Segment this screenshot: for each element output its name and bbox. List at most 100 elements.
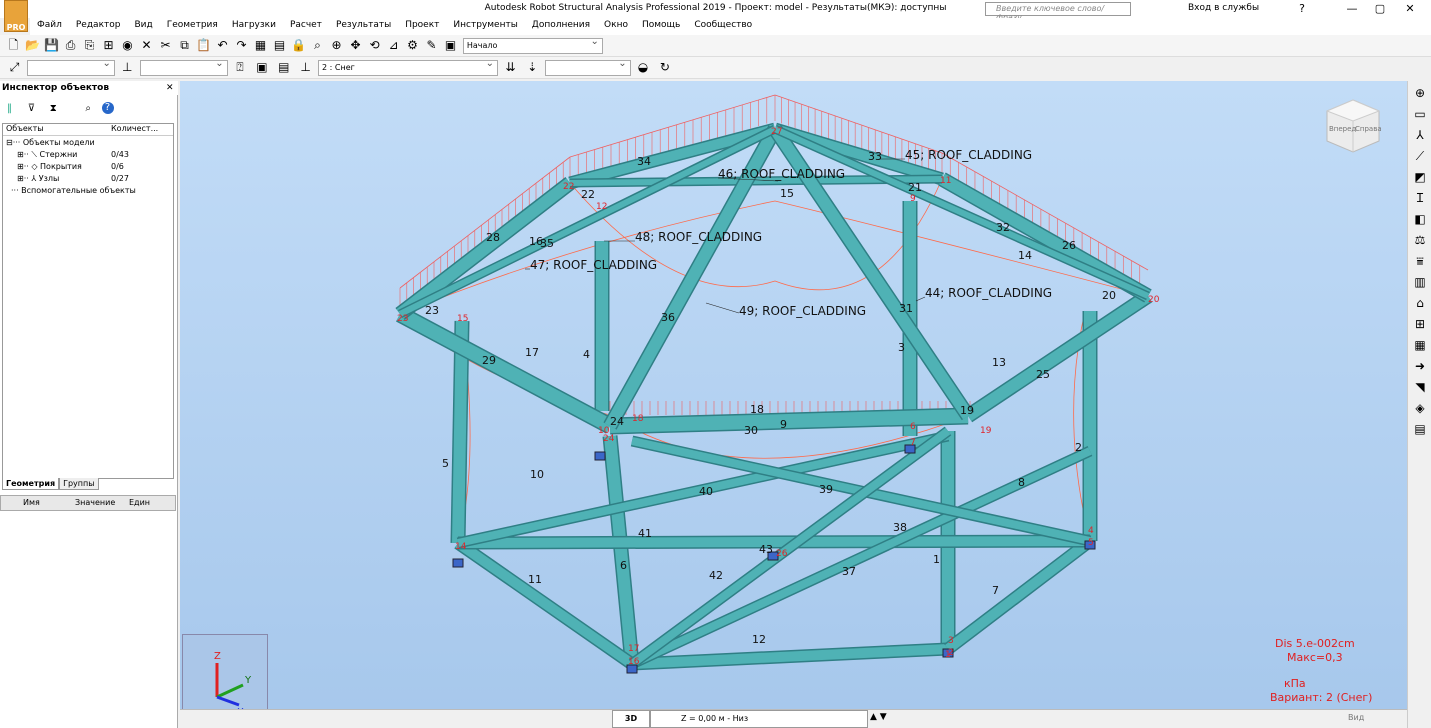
calc-icon[interactable]: ⚙ xyxy=(404,37,421,54)
tree-root[interactable]: ⊟··· Объекты модели xyxy=(3,138,173,150)
menu-item-7[interactable]: Проект xyxy=(398,18,446,32)
menu-item-9[interactable]: Дополнения xyxy=(525,18,597,32)
tools-icon[interactable]: ✎ xyxy=(423,37,440,54)
tool-icon-15[interactable]: ◈ xyxy=(1411,399,1429,417)
tree-item[interactable]: ⊞·· ⟍ Стержни 0/43 xyxy=(3,150,173,162)
node-select[interactable] xyxy=(139,58,228,76)
load-case-icon[interactable]: ⊥ xyxy=(297,59,314,76)
level-up-icon[interactable]: ▲ ▼ xyxy=(870,712,887,722)
zoom-icon[interactable]: ⌕ xyxy=(309,37,326,54)
results-icon[interactable]: ◒ xyxy=(635,59,652,76)
tool-icon-4[interactable]: ◩ xyxy=(1411,168,1429,186)
cut-icon[interactable]: ✂ xyxy=(157,37,174,54)
save-icon[interactable]: 💾 xyxy=(43,37,60,54)
menu-item-1[interactable]: Редактор xyxy=(69,18,128,32)
animation-icon[interactable]: ↻ xyxy=(656,59,673,76)
tool-icon-0[interactable]: ⊕ xyxy=(1411,84,1429,102)
tool-icon-11[interactable]: ⊞ xyxy=(1411,315,1429,333)
search-input[interactable]: Введите ключевое слово/фразу xyxy=(985,2,1131,22)
copy-icon[interactable]: ⧉ xyxy=(176,37,193,54)
tab-geometry[interactable]: Геометрия xyxy=(2,478,60,490)
bar-select[interactable] xyxy=(26,58,115,76)
cladding-label[interactable]: 46; ROOF_CLADDING xyxy=(718,167,845,181)
load-case-select[interactable]: 2 : Снег xyxy=(318,58,498,76)
member[interactable] xyxy=(604,435,638,665)
view-cube[interactable]: Вперед Справа xyxy=(1325,97,1382,153)
help-icon[interactable]: ? xyxy=(101,102,114,114)
layout-select[interactable]: Начало xyxy=(462,36,603,54)
tool-icon-16[interactable]: ▤ xyxy=(1411,420,1429,438)
tool-icon-13[interactable]: ➜ xyxy=(1411,357,1429,375)
member[interactable] xyxy=(455,538,635,669)
search-icon[interactable]: ⌕ xyxy=(80,100,97,117)
filter-icon[interactable]: ⊽ xyxy=(23,100,40,117)
support-icon[interactable] xyxy=(594,451,606,461)
tool-icon-5[interactable]: Ｉ xyxy=(1411,189,1429,207)
display-icon[interactable]: ▣ xyxy=(253,59,270,76)
undo-icon[interactable]: ↶ xyxy=(214,37,231,54)
menu-item-2[interactable]: Вид xyxy=(127,18,159,32)
measure-icon[interactable]: ⊿ xyxy=(385,37,402,54)
tool-icon-10[interactable]: ⌂ xyxy=(1411,294,1429,312)
tool-icon-14[interactable]: ◥ xyxy=(1411,378,1429,396)
member[interactable] xyxy=(457,536,1091,548)
tool-icon-3[interactable]: ⟋ xyxy=(1411,147,1429,165)
screen-capture-icon[interactable]: ◉ xyxy=(119,37,136,54)
delete-icon[interactable]: ✕ xyxy=(138,37,155,54)
tool-icon-2[interactable]: ⅄ xyxy=(1411,126,1429,144)
app-logo[interactable]: PRO xyxy=(4,0,28,32)
menu-item-3[interactable]: Геометрия xyxy=(160,18,225,32)
login-link[interactable]: Вход в службы xyxy=(1188,3,1259,13)
tool-icon-1[interactable]: ▭ xyxy=(1411,105,1429,123)
tool-icon-8[interactable]: ⩸ xyxy=(1411,252,1429,270)
tab-groups[interactable]: Группы xyxy=(59,478,99,490)
rotate-icon[interactable]: ⟲ xyxy=(366,37,383,54)
view-mode[interactable]: 3D xyxy=(612,710,650,728)
tree-item[interactable]: ⊞·· ◇ Покрытия 0/6 xyxy=(3,162,173,174)
cladding-label[interactable]: 49; ROOF_CLADDING xyxy=(739,304,866,318)
support-icon[interactable] xyxy=(452,558,464,568)
cladding-label[interactable]: 47; ROOF_CLADDING xyxy=(530,258,657,272)
mode-select[interactable] xyxy=(544,58,631,76)
menu-item-11[interactable]: Помощь xyxy=(635,18,687,32)
sort-icon[interactable]: ⧗ xyxy=(45,100,62,117)
close-button[interactable]: ✕ xyxy=(1398,2,1422,16)
load-table-icon[interactable]: ⇣ xyxy=(524,59,541,76)
tree-aux[interactable]: ··· Вспомогательные объекты xyxy=(3,186,173,198)
node-select-icon[interactable]: ⊥ xyxy=(119,59,136,76)
menu-item-4[interactable]: Нагрузки xyxy=(225,18,283,32)
z-level[interactable]: Z = 0,00 м - Низ xyxy=(650,710,868,728)
paste-icon[interactable]: 📋 xyxy=(195,37,212,54)
shade-icon[interactable]: ▤ xyxy=(275,59,292,76)
tree-item[interactable]: ⊞·· ⅄ Узлы 0/27 xyxy=(3,174,173,186)
cladding-label[interactable]: 45; ROOF_CLADDING xyxy=(905,148,1032,162)
lock-icon[interactable]: 🔒 xyxy=(290,37,307,54)
pan-icon[interactable]: ✥ xyxy=(347,37,364,54)
member[interactable] xyxy=(396,307,614,433)
selection-icon[interactable]: ⤢ xyxy=(6,59,23,76)
maximize-button[interactable]: ▢ xyxy=(1368,2,1392,16)
load-icon[interactable]: ⇊ xyxy=(502,59,519,76)
zoom-window-icon[interactable]: ⊕ xyxy=(328,37,345,54)
help-icon[interactable]: ? xyxy=(1290,2,1314,16)
minimize-button[interactable]: — xyxy=(1340,2,1364,16)
member[interactable] xyxy=(944,537,1094,653)
new-icon[interactable]: 🗋 xyxy=(5,37,22,54)
print-preview-icon[interactable]: ⎘ xyxy=(81,37,98,54)
page-setup-icon[interactable]: ⊞ xyxy=(100,37,117,54)
table-edit-icon[interactable]: ▤ xyxy=(271,37,288,54)
cladding-label[interactable]: 44; ROOF_CLADDING xyxy=(925,286,1052,300)
open-icon[interactable]: 📂 xyxy=(24,37,41,54)
tool-icon-9[interactable]: ▥ xyxy=(1411,273,1429,291)
menu-item-6[interactable]: Результаты xyxy=(329,18,398,32)
columns-icon[interactable]: ‖ xyxy=(1,100,18,117)
tool-icon-12[interactable]: ▦ xyxy=(1411,336,1429,354)
menu-item-12[interactable]: Сообщество xyxy=(687,18,759,32)
menu-item-5[interactable]: Расчет xyxy=(283,18,329,32)
model-viewport[interactable]: 34 33 22 28 16 35 17 23 29 4 5 10 11 6 41 40 39 42 37 43 38 3… xyxy=(180,81,1407,722)
menu-item-10[interactable]: Окно xyxy=(597,18,635,32)
filter-icon[interactable]: ⍰ xyxy=(232,59,249,76)
redo-icon[interactable]: ↷ xyxy=(233,37,250,54)
cladding-label[interactable]: 48; ROOF_CLADDING xyxy=(635,230,762,244)
table-icon[interactable]: ▦ xyxy=(252,37,269,54)
